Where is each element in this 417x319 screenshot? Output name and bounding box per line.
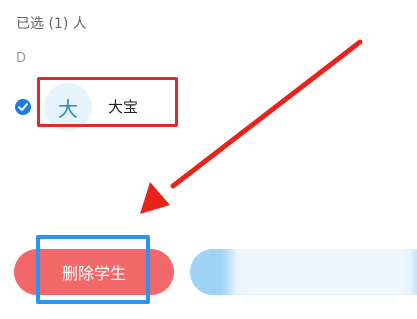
blur-redaction [230,225,417,305]
highlight-box-button [36,235,150,304]
